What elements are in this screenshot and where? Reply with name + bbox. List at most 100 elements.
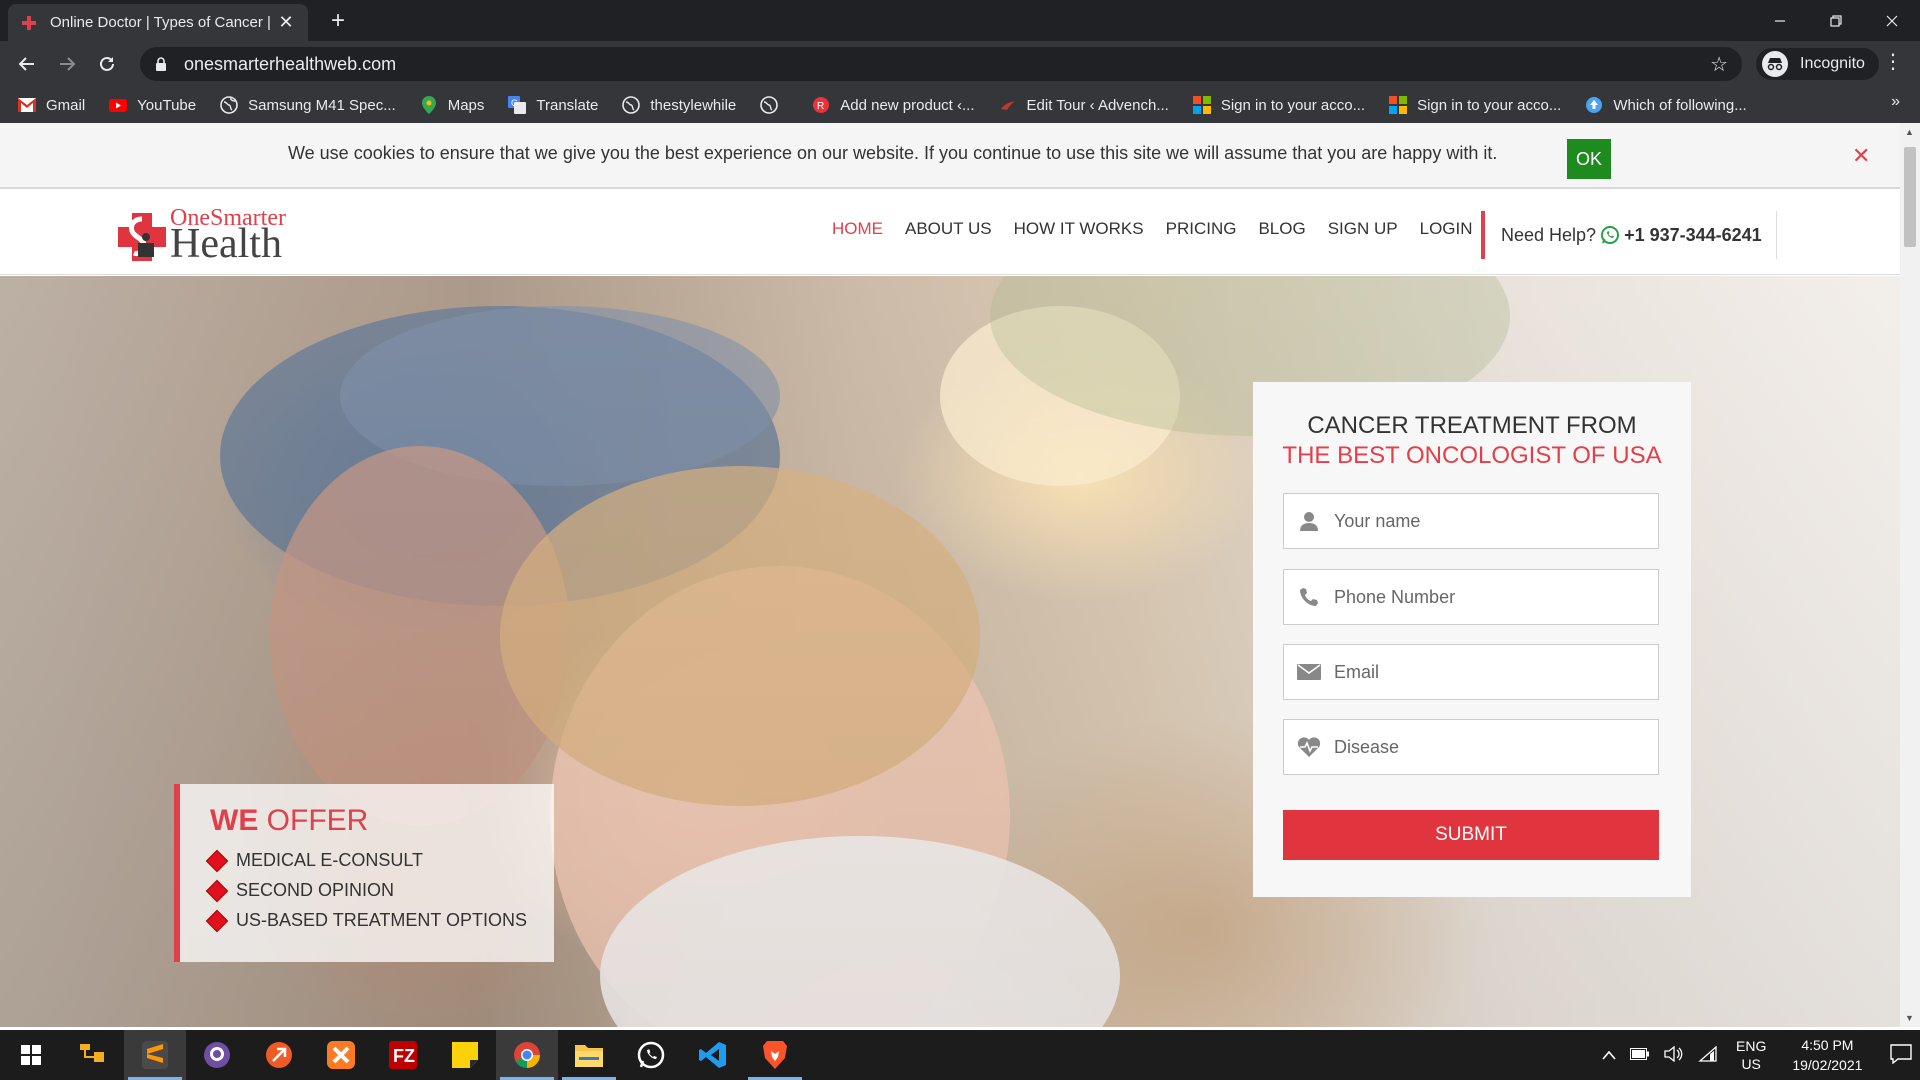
bookmark-add-product[interactable]: R Add new product ‹... xyxy=(812,96,975,114)
xampp-icon xyxy=(327,1041,355,1069)
minimize-button[interactable] xyxy=(1752,0,1808,41)
address-bar[interactable]: onesmarterhealthweb.com ☆ xyxy=(140,47,1742,81)
back-button[interactable] xyxy=(12,49,42,79)
bookmark-youtube[interactable]: YouTube xyxy=(109,96,196,114)
name-field[interactable] xyxy=(1283,493,1659,549)
bookmark-gmail[interactable]: Gmail xyxy=(18,96,85,114)
page-scrollbar[interactable]: ▲ ▼ xyxy=(1900,123,1920,1027)
language-indicator[interactable]: ENG US xyxy=(1736,1037,1766,1073)
bookmark-thestylewhile[interactable]: thestylewhile xyxy=(622,96,736,114)
restore-button[interactable] xyxy=(1808,0,1864,41)
disease-input[interactable] xyxy=(1334,736,1658,758)
phone-input[interactable] xyxy=(1334,586,1658,608)
cookie-close-icon[interactable]: ✕ xyxy=(1852,143,1870,169)
main-nav: HOME ABOUT US HOW IT WORKS PRICING BLOG … xyxy=(832,219,1495,239)
scrollbar-thumb[interactable] xyxy=(1904,147,1916,247)
bookmark-globe[interactable] xyxy=(760,96,788,114)
nav-login[interactable]: LOGIN xyxy=(1420,219,1473,239)
bookmark-edit-tour[interactable]: Edit Tour ‹ Advench... xyxy=(999,96,1169,114)
browser-tab[interactable]: Online Doctor | Types of Cancer | ✕ xyxy=(8,4,308,41)
scroll-up-icon[interactable]: ▲ xyxy=(1905,127,1914,137)
show-hidden-icons-icon[interactable] xyxy=(1602,1047,1616,1063)
windows-logo-icon xyxy=(21,1045,41,1065)
taskbar-app-postman[interactable] xyxy=(248,1030,310,1080)
bookmark-microsoft-1[interactable]: Sign in to your acco... xyxy=(1192,96,1366,114)
clock-date: 19/02/2021 xyxy=(1792,1057,1863,1073)
taskbar-app-vscode[interactable] xyxy=(682,1030,744,1080)
page-viewport: We use cookies to ensure that we give yo… xyxy=(0,123,1920,1027)
diamond-bullet-icon xyxy=(207,910,227,931)
bookmark-microsoft-2[interactable]: Sign in to your acco... xyxy=(1389,96,1561,114)
site-favicon-icon xyxy=(20,14,38,32)
taskbar-app-brave[interactable] xyxy=(744,1030,806,1080)
taskbar-app-sublime[interactable] xyxy=(124,1030,186,1080)
network-tool-icon xyxy=(80,1044,104,1062)
phone-icon xyxy=(1284,587,1334,607)
notifications-icon[interactable] xyxy=(1890,1043,1913,1067)
system-tray: ENG US 4:50 PM 19/02/2021 xyxy=(1602,1030,1913,1080)
forward-button[interactable] xyxy=(52,49,82,79)
volume-icon[interactable] xyxy=(1664,1045,1684,1065)
cookie-ok-button[interactable]: OK xyxy=(1567,139,1611,179)
bookmark-label: Sign in to your acco... xyxy=(1220,96,1366,114)
wifi-icon[interactable] xyxy=(1698,1045,1718,1065)
email-field[interactable] xyxy=(1283,644,1659,700)
nav-home[interactable]: HOME xyxy=(832,219,883,239)
nav-about-us[interactable]: ABOUT US xyxy=(905,219,992,239)
phone-field[interactable] xyxy=(1283,569,1659,625)
submit-button[interactable]: SUBMIT xyxy=(1283,810,1659,860)
we-offer-panel: WE OFFER MEDICAL E-CONSULT SECOND OPINIO… xyxy=(174,784,554,962)
start-button[interactable] xyxy=(0,1030,62,1080)
incognito-badge[interactable]: Incognito xyxy=(1756,48,1879,80)
bookmark-which-of-following[interactable]: Which of following... xyxy=(1585,96,1747,114)
reload-button[interactable] xyxy=(92,49,122,79)
browser-menu-icon[interactable]: ⋮ xyxy=(1880,49,1906,74)
bookmark-star-icon[interactable]: ☆ xyxy=(1710,52,1728,77)
bookmark-label: thestylewhile xyxy=(650,96,737,114)
bookmark-samsung[interactable]: Samsung M41 Spec... xyxy=(220,96,396,114)
battery-icon[interactable] xyxy=(1630,1047,1650,1063)
taskbar-app-chrome[interactable] xyxy=(496,1030,558,1080)
taskbar-app-whatsapp[interactable] xyxy=(620,1030,682,1080)
clock[interactable]: 4:50 PM 19/02/2021 xyxy=(1792,1035,1862,1075)
microsoft-icon xyxy=(1192,96,1211,114)
bookmark-maps[interactable]: Maps xyxy=(420,96,484,114)
bookmark-translate[interactable]: G Translate xyxy=(508,96,598,114)
disease-field[interactable] xyxy=(1283,719,1659,775)
cookie-message: We use cookies to ensure that we give yo… xyxy=(288,143,1498,163)
windows-taskbar: FZ ENG US 4:50 PM 19/02/2021 xyxy=(0,1030,1920,1080)
nav-sign-up[interactable]: SIGN UP xyxy=(1328,219,1398,239)
site-header: OneSmarter Health HOME ABOUT US HOW IT W… xyxy=(0,191,1900,275)
nav-pricing[interactable]: PRICING xyxy=(1166,219,1237,239)
site-logo[interactable]: OneSmarter Health xyxy=(112,205,322,265)
close-window-button[interactable] xyxy=(1864,0,1920,41)
diamond-bullet-icon xyxy=(207,850,227,871)
svg-text:G: G xyxy=(511,98,518,108)
microsoft-icon xyxy=(1389,96,1408,114)
logo-text-bottom: Health xyxy=(170,221,282,267)
more-bookmarks-icon[interactable]: » xyxy=(1891,93,1900,111)
nav-how-it-works[interactable]: HOW IT WORKS xyxy=(1014,219,1144,239)
bookmark-label: YouTube xyxy=(137,96,197,114)
translate-icon: G xyxy=(508,96,527,114)
form-heading-secondary: THE BEST ONCOLOGIST OF USA xyxy=(1282,442,1662,469)
bookmark-label: Sign in to your acco... xyxy=(1417,96,1562,114)
new-tab-button[interactable]: + xyxy=(324,8,352,36)
help-phone-link[interactable]: +1 937-344-6241 xyxy=(1624,225,1762,246)
taskbar-app-network-tool[interactable] xyxy=(62,1030,124,1080)
nav-blog[interactable]: BLOG xyxy=(1258,219,1305,239)
scroll-down-icon[interactable]: ▼ xyxy=(1905,1013,1914,1023)
taskbar-app-github[interactable] xyxy=(186,1030,248,1080)
taskbar-app-filezilla[interactable]: FZ xyxy=(372,1030,434,1080)
brave-icon xyxy=(763,1041,787,1069)
vscode-icon xyxy=(699,1042,726,1068)
taskbar-app-xampp[interactable] xyxy=(310,1030,372,1080)
clock-time: 4:50 PM xyxy=(1801,1037,1854,1053)
tab-close-icon[interactable]: ✕ xyxy=(276,12,296,33)
taskbar-app-file-explorer[interactable] xyxy=(558,1030,620,1080)
taskbar-app-sticky-notes[interactable] xyxy=(434,1030,496,1080)
folder-icon xyxy=(575,1045,603,1067)
name-input[interactable] xyxy=(1334,510,1658,532)
medical-cross-icon xyxy=(118,213,166,261)
email-input[interactable] xyxy=(1334,661,1658,683)
